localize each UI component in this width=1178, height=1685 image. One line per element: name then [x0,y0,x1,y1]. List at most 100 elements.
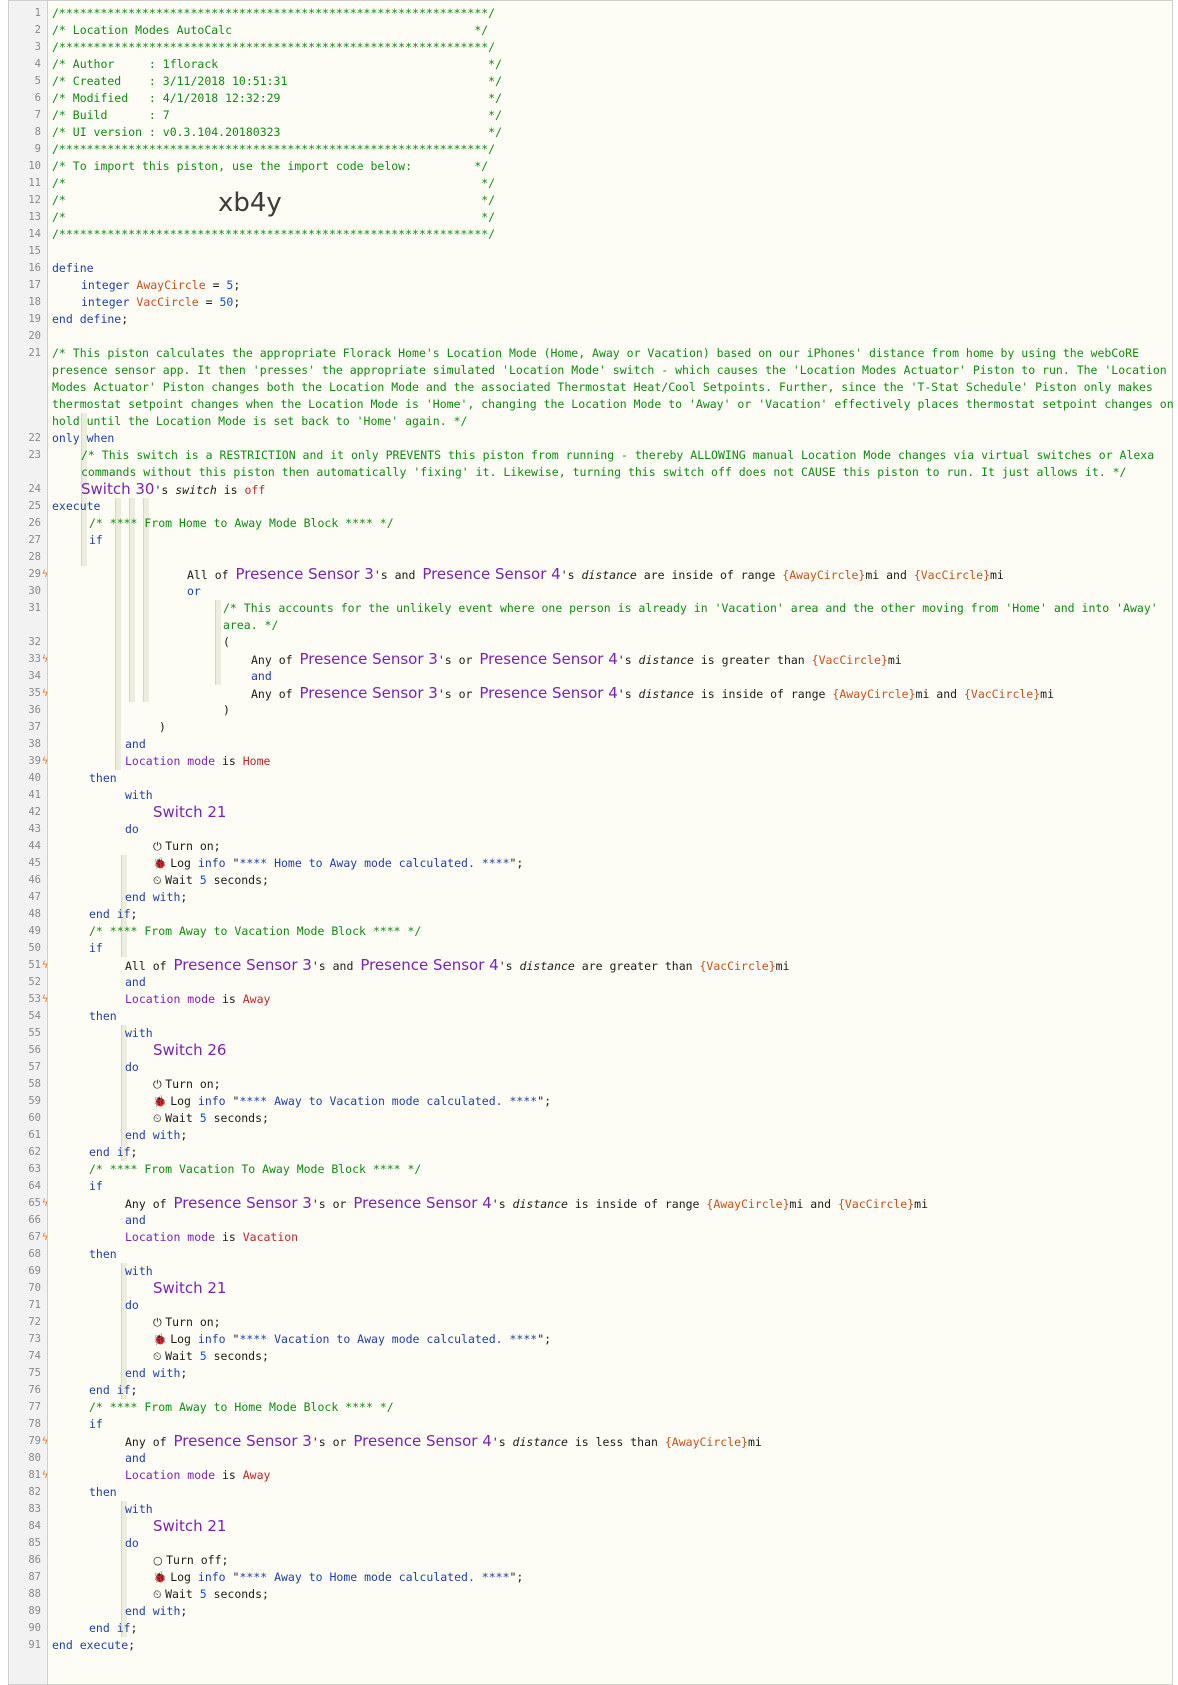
code-line[interactable]: 7 /* Build : 7 */ [9,107,1172,124]
code-line[interactable]: 87 🐞 Log info "**** Away to Home mode cal… [9,1569,1172,1586]
code-line[interactable]: 17 integer AwayCircle = 5; [9,277,1172,294]
code-line[interactable]: hold until the Location Mode is set back… [9,413,1172,430]
code-line[interactable]: 31 /* This accounts for the unlikely even… [9,600,1172,617]
code-line[interactable]: 55 with [9,1025,1172,1042]
code-line[interactable]: 21 /* This piston calculates the appropri… [9,345,1172,362]
code-line[interactable]: 1 /**************************************… [9,5,1172,22]
code-line[interactable]: 88 ⏲ Wait 5 seconds; [9,1586,1172,1603]
code-line[interactable]: 74 ⏲ Wait 5 seconds; [9,1348,1172,1365]
code-line[interactable]: 23 /* This switch is a RESTRICTION and it… [9,447,1172,464]
code-line[interactable]: 81 ϟ Location mode is Away [9,1467,1172,1484]
code-line[interactable]: 37) [9,719,1172,736]
code-line[interactable]: 25 execute [9,498,1172,515]
code-line[interactable]: 3 /**************************************… [9,39,1172,56]
code-line[interactable]: 54 then [9,1008,1172,1025]
code-line[interactable]: 45 🐞 Log info "**** Home to Away mode cal… [9,855,1172,872]
code-line[interactable]: 62 end if; [9,1144,1172,1161]
code-line[interactable]: 34 and [9,668,1172,685]
code-line[interactable]: 78 if [9,1416,1172,1433]
code-line[interactable]: 61 end with; [9,1127,1172,1144]
code-line[interactable]: 69 with [9,1263,1172,1280]
code-line[interactable]: 19 end define; [9,311,1172,328]
code-line[interactable]: 8 /* UI version : v0.3.104.20180323 */ [9,124,1172,141]
code-line[interactable]: 53 ϟ Location mode is Away [9,991,1172,1008]
code-line[interactable]: 56 Switch 26 [9,1042,1172,1059]
code-line[interactable]: 65 ϟ Any of Presence Sensor 3's or Presenc… [9,1195,1172,1212]
code-line[interactable]: 12/* */ [9,192,1172,209]
code-line[interactable]: 43 do [9,821,1172,838]
code-line[interactable]: 16 define [9,260,1172,277]
code-line[interactable]: 18 integer VacCircle = 50; [9,294,1172,311]
code-line[interactable]: 44 ⏻ Turn on; [9,838,1172,855]
code-line[interactable]: 67 ϟ Location mode is Vacation [9,1229,1172,1246]
code-line[interactable]: 75 end with; [9,1365,1172,1382]
code-line[interactable]: 5 /* Created : 3/11/2018 10:51:31 */ [9,73,1172,90]
line-number: 25 [28,500,41,512]
code-line[interactable]: 32 ( [9,634,1172,651]
code-line[interactable]: 68 then [9,1246,1172,1263]
code-line[interactable]: 85 do [9,1535,1172,1552]
code-line[interactable]: 57 do [9,1059,1172,1076]
code-line[interactable]: 79 ϟ Any of Presence Sensor 3's or Presenc… [9,1433,1172,1450]
code-line[interactable]: 64 if [9,1178,1172,1195]
code-line[interactable]: Modes Actuator' Piston changes both the … [9,379,1172,396]
code-line[interactable]: 26 /* **** From Home to Away Mode Block *… [9,515,1172,532]
code-line[interactable]: 30 or [9,583,1172,600]
code-line[interactable]: 4 /* Author : 1florack */ [9,56,1172,73]
code-line[interactable]: 47 end with; [9,889,1172,906]
code-line[interactable]: 28 [9,549,1172,566]
code-line[interactable]: 20 [9,328,1172,345]
code-line[interactable]: 39 ϟ Location mode is Home [9,753,1172,770]
code-line[interactable]: 91 end execute; [9,1637,1172,1654]
code-line[interactable]: 24 Switch 30's switch is off [9,481,1172,498]
code-line[interactable]: 9 /**************************************… [9,141,1172,158]
code-line[interactable]: 60 ⏲ Wait 5 seconds; [9,1110,1172,1127]
code-line[interactable]: 46 ⏲ Wait 5 seconds; [9,872,1172,889]
code-line[interactable]: 52 and [9,974,1172,991]
code-line[interactable]: 29 ϟ All of Presence Sensor 3's and Presen… [9,566,1172,583]
code-line[interactable]: 49 /* **** From Away to Vacation Mode Blo… [9,923,1172,940]
code-line[interactable]: 70 Switch 21 [9,1280,1172,1297]
code-line[interactable]: 42 Switch 21 [9,804,1172,821]
code-line[interactable]: 63 /* **** From Vacation To Away Mode Blo… [9,1161,1172,1178]
code-line[interactable]: 66 and [9,1212,1172,1229]
code-line[interactable]: 82 then [9,1484,1172,1501]
code-line[interactable]: commands without this piston then automa… [9,464,1172,481]
code-line[interactable]: 50 if [9,940,1172,957]
code-line[interactable]: 11/* */ [9,175,1172,192]
code-line[interactable]: 48 end if; [9,906,1172,923]
code-line[interactable]: 71 do [9,1297,1172,1314]
code-line[interactable]: 84 Switch 21 [9,1518,1172,1535]
code-line[interactable]: 77 /* **** From Away to Home Mode Block *… [9,1399,1172,1416]
code-line[interactable]: presence sensor app. It then 'presses' t… [9,362,1172,379]
code-line[interactable]: 27 if [9,532,1172,549]
code-line[interactable]: 80 and [9,1450,1172,1467]
code-line[interactable]: 41 with [9,787,1172,804]
code-line[interactable]: 83 with [9,1501,1172,1518]
code-line[interactable]: 40 then [9,770,1172,787]
code-line[interactable]: 14 /*************************************… [9,226,1172,243]
code-line[interactable]: thermostat setpoint changes when the Loc… [9,396,1174,413]
code-line[interactable]: 33 ϟ Any of Presence Sensor 3's or Presenc… [9,651,1172,668]
code-line[interactable]: 6 /* Modified : 4/1/2018 12:32:29 */ [9,90,1172,107]
code-line[interactable]: area. */ [9,617,1172,634]
code-line[interactable]: 86 ○ Turn off; [9,1552,1172,1569]
code-line[interactable]: 59 🐞 Log info "**** Away to Vacation mode… [9,1093,1172,1110]
code-line[interactable]: 76 end if; [9,1382,1172,1399]
code-line[interactable]: 13/* */ [9,209,1172,226]
code-line[interactable]: 90 end if; [9,1620,1172,1637]
code-line[interactable]: 2 /* Location Modes AutoCalc */ [9,22,1172,39]
code-line[interactable]: 38 and [9,736,1172,753]
code-line[interactable]: 51 ϟ All of Presence Sensor 3's and Presen… [9,957,1172,974]
code-line[interactable]: 10 /* To import this piston, use the impo… [9,158,1172,175]
code-line[interactable]: 58 ⏻ Turn on; [9,1076,1172,1093]
code-line[interactable]: 72 ⏻ Turn on; [9,1314,1172,1331]
code-line[interactable]: 22 only when [9,430,1172,447]
code-line[interactable]: 73 🐞 Log info "**** Vacation to Away mode… [9,1331,1172,1348]
code-line[interactable]: 89 end with; [9,1603,1172,1620]
code-token: 's and [373,568,423,582]
code-line[interactable]: 15 [9,243,1172,260]
code-token: ; [180,890,188,904]
code-line[interactable]: 36) [9,702,1172,719]
code-line[interactable]: 35 ϟ Any of Presence Sensor 3's or Presenc… [9,685,1172,702]
